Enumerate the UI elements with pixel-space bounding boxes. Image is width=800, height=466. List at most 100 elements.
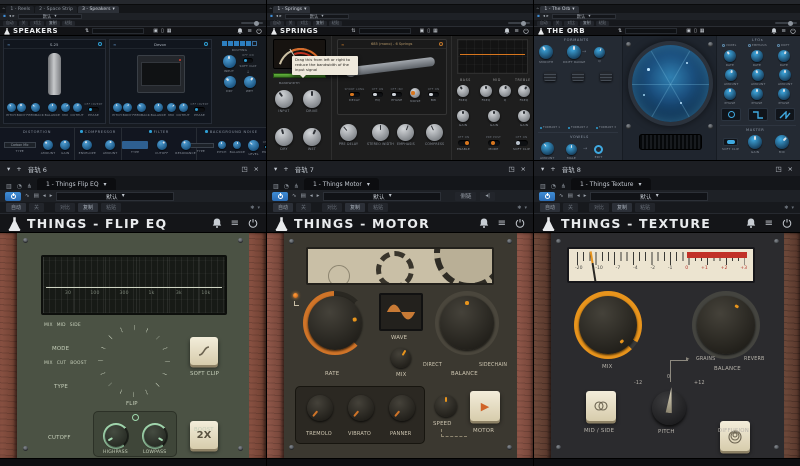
next-preset-icon[interactable]: ▸ [584, 193, 587, 199]
boost-button[interactable]: 2X [190, 421, 218, 449]
copy-button[interactable]: 复制 [345, 203, 365, 212]
nav-icons[interactable]: ◂ ▸ [543, 14, 549, 19]
eq-softclip-toggle[interactable] [516, 140, 528, 146]
edit-button[interactable] [594, 145, 603, 154]
sync-led[interactable] [293, 293, 298, 298]
eq-mode-toggle[interactable] [488, 140, 500, 146]
compare-button[interactable]: 对比 [297, 21, 311, 26]
decay-toggle[interactable] [349, 92, 360, 97]
bypass-button[interactable] [272, 192, 288, 201]
paste-button[interactable]: 粘贴 [62, 21, 76, 26]
hq-toggle[interactable] [372, 92, 383, 97]
treble-gain-knob[interactable] [518, 110, 530, 122]
grid-icon[interactable]: ▦ [433, 28, 438, 34]
sidechain-monitor-icon[interactable]: ◂| [480, 192, 495, 201]
power-icon[interactable] [248, 218, 258, 228]
amount-knob[interactable] [105, 140, 115, 150]
emphasis-knob[interactable] [397, 124, 414, 141]
softclip-toggle[interactable] [243, 58, 253, 63]
power-icon[interactable] [523, 28, 529, 34]
auto-button[interactable]: 自动 [270, 21, 284, 26]
auto-button[interactable]: 自动 [537, 21, 551, 26]
auto-button[interactable]: 自动 [273, 203, 293, 212]
collapse-icon[interactable]: ▾ [274, 165, 277, 173]
stereo-width-knob[interactable] [372, 124, 389, 141]
tab-reels[interactable]: 1 - Reels [6, 6, 34, 13]
speed-knob[interactable] [435, 395, 457, 417]
preset-stepper-icon[interactable]: ⇅ [351, 28, 355, 34]
phase-toggle[interactable] [88, 107, 99, 112]
enable-dot[interactable] [205, 130, 208, 133]
plugin-tab[interactable]: 1 - Things Motor▾ [304, 178, 379, 190]
auto-state[interactable]: 关 [29, 203, 44, 212]
motor-button[interactable]: ▶ [470, 391, 500, 421]
panel-power-toggle[interactable] [132, 414, 139, 421]
power-toggle[interactable] [439, 42, 443, 46]
copy-button[interactable]: 复制 [313, 21, 327, 26]
gear-icon[interactable]: ✱ [250, 205, 254, 211]
chevron-up-icon[interactable]: ^ [269, 7, 272, 12]
preset-select[interactable]: 默认▾ [323, 192, 441, 201]
q-knob[interactable] [594, 47, 605, 58]
gain-knob[interactable] [60, 140, 70, 150]
lfo2-phase-knob[interactable] [751, 88, 763, 100]
auto-state[interactable]: 关 [286, 21, 296, 26]
knob-icon[interactable]: ◔ [551, 183, 556, 190]
paste-button[interactable]: 粘贴 [368, 203, 388, 212]
lowpass-knob[interactable] [144, 425, 166, 447]
auto-state[interactable]: 关 [296, 203, 311, 212]
compare-button[interactable]: 对比 [589, 203, 609, 212]
texture-mix-knob[interactable] [579, 296, 637, 354]
power-icon[interactable] [782, 218, 792, 228]
bell-icon[interactable] [504, 28, 510, 34]
gear-icon[interactable]: ✱ [784, 205, 788, 211]
texture-balance-knob[interactable] [697, 296, 755, 354]
noise-knob[interactable] [410, 88, 420, 98]
midside-button[interactable] [586, 391, 616, 421]
next-preset-icon[interactable]: ▸ [317, 193, 320, 199]
lfo3-wave-button[interactable] [775, 108, 795, 121]
menu-icon[interactable]: ≡ [765, 218, 773, 229]
level-knob[interactable] [248, 140, 259, 151]
mid-freq-knob[interactable] [480, 85, 492, 97]
close-icon[interactable]: × [788, 165, 793, 173]
copy-button[interactable]: 复制 [78, 203, 98, 212]
trash-icon[interactable]: ▯ [427, 28, 430, 34]
detach-icon[interactable]: ◳ [775, 165, 781, 173]
spline-icon[interactable]: ∿ [559, 193, 564, 199]
knob-icon[interactable]: ◔ [284, 183, 289, 190]
bell-icon[interactable] [479, 218, 489, 228]
knob-icon[interactable]: ◔ [17, 183, 22, 190]
input-knob[interactable] [223, 55, 236, 68]
bell-icon[interactable] [212, 218, 222, 228]
compress-knob[interactable] [426, 124, 443, 141]
menu-icon[interactable]: ≡ [231, 218, 239, 229]
lfo2-wave-button[interactable] [748, 108, 768, 121]
wet-knob[interactable] [244, 76, 256, 88]
preset-select[interactable]: 默认▾ [56, 192, 174, 201]
bypass-button[interactable] [5, 192, 21, 201]
bypass-icon[interactable]: ▪ [3, 14, 6, 19]
auto-button[interactable]: 自动 [540, 203, 560, 212]
power-icon[interactable] [256, 28, 262, 34]
auto-state[interactable]: 关 [563, 203, 578, 212]
save-icon[interactable]: ▣ [153, 28, 158, 34]
cutoff-knob[interactable] [157, 140, 167, 150]
distortion-type-select[interactable]: Carbon Mic [4, 142, 36, 148]
bell-icon[interactable] [237, 28, 243, 34]
prev-preset-icon[interactable]: ◂ [310, 193, 313, 199]
nav-icons[interactable]: ◂ ▸ [276, 14, 282, 19]
detach-icon[interactable]: ◳ [508, 165, 514, 173]
chevron-down-icon[interactable]: ▾ [524, 205, 527, 211]
spline-icon[interactable]: ∿ [292, 193, 297, 199]
enable-dot[interactable] [80, 130, 83, 133]
mixer-icon[interactable]: ▥ [6, 183, 12, 190]
auto-button[interactable]: 自动 [3, 21, 17, 26]
tab-speakers[interactable]: 3 - Speakers▾ [78, 6, 119, 13]
bass-gain-knob[interactable] [457, 110, 469, 122]
preset-stepper-icon[interactable]: ⇅ [618, 28, 622, 34]
dry-knob[interactable] [224, 76, 236, 88]
mid-gain-knob[interactable] [488, 110, 500, 122]
input-knob[interactable] [275, 90, 293, 108]
balance-knob[interactable] [440, 296, 494, 350]
